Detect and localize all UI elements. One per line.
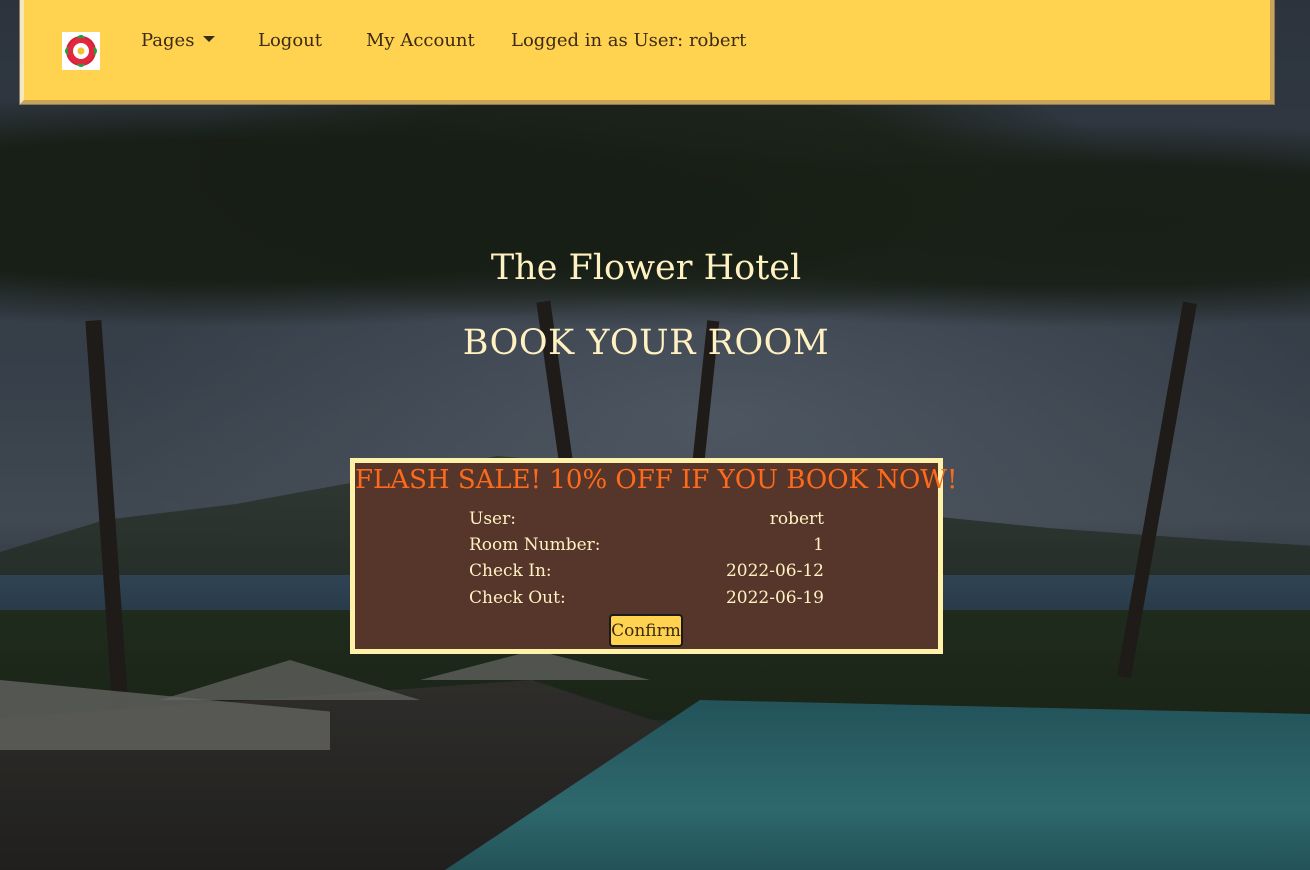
top-navbar: Pages Logout My Account Logged in as Use… [20, 0, 1274, 104]
hotel-title: The Flower Hotel [490, 248, 802, 288]
check-in-value: 2022-06-12 [725, 561, 824, 581]
booking-card: FLASH SALE! 10% OFF IF YOU BOOK NOW! Use… [350, 458, 958, 654]
user-value: robert [769, 509, 824, 529]
background-photo [0, 0, 1310, 870]
room-number-value: 1 [813, 535, 824, 555]
room-number-label: Room Number: [469, 535, 601, 555]
user-label: User: [469, 509, 516, 529]
pages-dropdown[interactable]: Pages [141, 30, 216, 51]
confirm-button[interactable]: Confirm [609, 614, 683, 647]
check-out-label: Check Out: [469, 588, 566, 608]
logged-in-status: Logged in as User: robert [511, 30, 747, 51]
check-in-label: Check In: [469, 561, 552, 581]
caret-down-icon [203, 36, 216, 42]
tudor-rose-icon[interactable] [62, 32, 100, 70]
pages-label: Pages [141, 30, 195, 51]
flash-sale-banner: FLASH SALE! 10% OFF IF YOU BOOK NOW! [355, 465, 958, 495]
logout-link[interactable]: Logout [258, 30, 322, 51]
my-account-link[interactable]: My Account [366, 30, 475, 51]
page-heading: BOOK YOUR ROOM [462, 323, 830, 363]
check-out-value: 2022-06-19 [725, 588, 824, 608]
